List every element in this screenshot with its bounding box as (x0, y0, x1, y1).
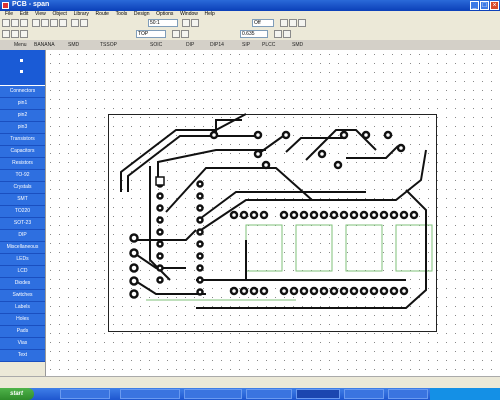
component-library-sidebar: Connectors pin1 pin2 pin3 Transistors Ca… (0, 50, 46, 376)
sidebar-item[interactable]: pin3 (0, 122, 45, 134)
preview-pad-2 (20, 70, 23, 73)
sidebar-item[interactable]: pin1 (0, 98, 45, 110)
sidebar-item[interactable]: Pads (0, 326, 45, 338)
tab-soic[interactable]: SOIC (150, 40, 162, 50)
tab-menu[interactable]: Menu (14, 40, 27, 50)
start-button[interactable]: start (0, 388, 34, 400)
sidebar-item[interactable]: TO220 (0, 206, 45, 218)
preview-pad-1 (20, 59, 23, 62)
app-icon (2, 2, 9, 9)
sidebar-item[interactable]: Resistors (0, 158, 45, 170)
sidebar-item[interactable]: SMT (0, 194, 45, 206)
system-tray (430, 388, 500, 400)
open-file-icon[interactable] (11, 19, 19, 27)
sidebar-item[interactable]: Crystals (0, 182, 45, 194)
cut-icon[interactable] (41, 19, 49, 27)
taskbar-item[interactable] (344, 389, 384, 399)
tab-dip14[interactable]: DIP14 (210, 40, 224, 50)
tab-dip[interactable]: DIP (186, 40, 194, 50)
sidebar-item[interactable]: Holes (0, 314, 45, 326)
snap-icon[interactable] (280, 19, 288, 27)
redo-icon[interactable] (80, 19, 88, 27)
tab-tssop[interactable]: TSSOP (100, 40, 117, 50)
pad-tool-icon[interactable] (20, 30, 28, 38)
taskbar: start (0, 388, 500, 400)
sidebar-item[interactable]: DIP (0, 230, 45, 242)
layer-select[interactable]: TOP (136, 30, 166, 38)
copper-traces (120, 113, 427, 309)
zoom-select[interactable]: 50:1 (148, 19, 178, 27)
tab-sip[interactable]: SIP (242, 40, 250, 50)
menu-view[interactable]: View (35, 11, 46, 18)
menu-help[interactable]: Help (205, 11, 215, 18)
sidebar-item[interactable]: pin2 (0, 110, 45, 122)
title-bar: PCB - span _ □ × (0, 0, 500, 11)
sidebar-item[interactable]: Miscellaneous (0, 242, 45, 254)
menu-bar: File Edit View Object Library Route Tool… (0, 11, 500, 18)
sidebar-item[interactable]: Transistors (0, 134, 45, 146)
copy-icon[interactable] (50, 19, 58, 27)
tab-smd-2[interactable]: SMD (292, 40, 303, 50)
taskbar-item[interactable] (184, 389, 242, 399)
menu-object[interactable]: Object (52, 11, 66, 18)
taskbar-item[interactable] (388, 389, 428, 399)
sidebar-item[interactable]: LEDs (0, 254, 45, 266)
paste-icon[interactable] (59, 19, 67, 27)
print-icon[interactable] (32, 19, 40, 27)
sidebar-item[interactable]: LCD (0, 266, 45, 278)
sidebar-item[interactable]: Text (0, 350, 45, 362)
window-title: PCB - span (12, 1, 50, 8)
sidebar-item[interactable]: TO-92 (0, 170, 45, 182)
sidebar-item[interactable]: Diodes (0, 278, 45, 290)
grid-select[interactable]: Off (252, 19, 274, 27)
square-pad (155, 176, 165, 186)
zoom-in-icon[interactable] (182, 19, 190, 27)
save-icon[interactable] (20, 19, 28, 27)
sidebar-item[interactable]: Capacitors (0, 146, 45, 158)
tab-banana[interactable]: BANANA (34, 40, 55, 50)
grid-toggle-icon[interactable] (274, 30, 282, 38)
pcb-canvas[interactable] (46, 50, 500, 376)
taskbar-item[interactable] (60, 389, 110, 399)
menu-options[interactable]: Options (156, 11, 173, 18)
maximize-button[interactable]: □ (480, 1, 489, 10)
minimize-button[interactable]: _ (470, 1, 479, 10)
library-preview (0, 50, 45, 86)
play-icon[interactable] (172, 30, 180, 38)
undo-icon[interactable] (71, 19, 79, 27)
select-tool-icon[interactable] (2, 30, 10, 38)
sidebar-item[interactable]: Vias (0, 338, 45, 350)
layers-icon[interactable] (283, 30, 291, 38)
menu-edit[interactable]: Edit (20, 11, 29, 18)
menu-library[interactable]: Library (74, 11, 89, 18)
help-icon[interactable] (298, 19, 306, 27)
taskbar-item-active[interactable] (296, 389, 340, 399)
menu-design[interactable]: Design (134, 11, 150, 18)
sidebar-item[interactable]: Switches (0, 290, 45, 302)
menu-file[interactable]: File (5, 11, 13, 18)
menu-route[interactable]: Route (96, 11, 109, 18)
measure-icon[interactable] (289, 19, 297, 27)
snap-field[interactable]: 0.635 (240, 30, 268, 38)
sidebar-item[interactable]: Connectors (0, 86, 45, 98)
tab-smd[interactable]: SMD (68, 40, 79, 50)
stop-icon[interactable] (181, 30, 189, 38)
new-file-icon[interactable] (2, 19, 10, 27)
taskbar-item[interactable] (246, 389, 292, 399)
menu-window[interactable]: Window (180, 11, 198, 18)
close-button[interactable]: × (490, 1, 499, 10)
sidebar-item[interactable]: Labels (0, 302, 45, 314)
menu-tools[interactable]: Tools (116, 11, 128, 18)
track-tool-icon[interactable] (11, 30, 19, 38)
taskbar-item[interactable] (120, 389, 180, 399)
tab-plcc[interactable]: PLCC (262, 40, 275, 50)
component-pads (129, 130, 419, 299)
sidebar-item[interactable]: SOT-23 (0, 218, 45, 230)
pcb-layout (120, 113, 433, 309)
zoom-out-icon[interactable] (191, 19, 199, 27)
window-controls: _ □ × (469, 1, 499, 10)
